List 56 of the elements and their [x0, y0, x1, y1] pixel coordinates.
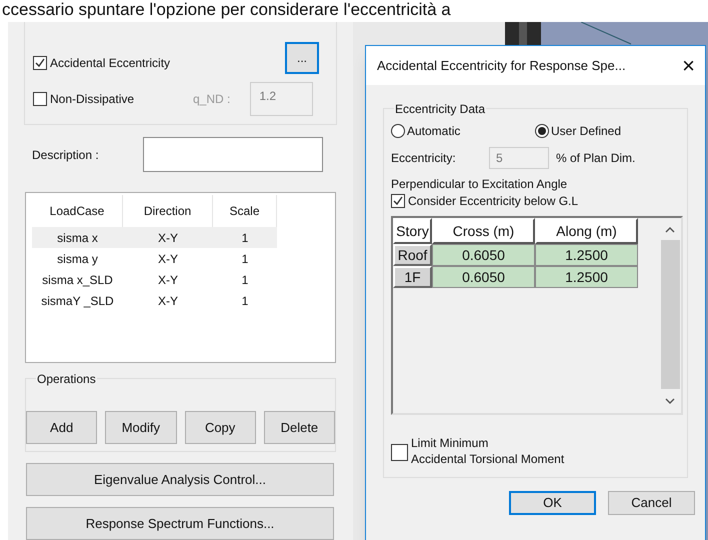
checkbox-label: Consider Eccentricity below G.L	[408, 193, 578, 210]
table-cell-text: X-Y	[156, 250, 179, 268]
description-field[interactable]	[143, 137, 323, 172]
grid-header: Cross (m)	[432, 218, 535, 244]
panel-button[interactable]: Response Spectrum Functions...	[26, 507, 334, 540]
more-button[interactable]: ...	[285, 42, 319, 74]
radio-button[interactable]	[535, 124, 549, 138]
description-label: Description :	[31, 146, 100, 164]
table-cell-text: 1	[240, 250, 250, 268]
checkbox[interactable]	[391, 444, 408, 461]
radio-button[interactable]	[391, 124, 405, 138]
dialog-button[interactable]: OK	[509, 491, 596, 515]
eccentricity-field[interactable]: 5	[489, 147, 549, 169]
table-cell-text: sismaY _SLD	[40, 292, 115, 310]
perpendicular-label: Perpendicular to Excitation Angle	[391, 176, 568, 192]
caption-text: ccessario spuntare l'opzione per considerare l'eccentricità a	[2, 0, 451, 20]
q-nd-label: q_ND :	[193, 91, 230, 108]
table-cell-text: 1	[240, 292, 250, 310]
radio-label: Automatic	[407, 123, 460, 140]
grid-header: Along (m)	[535, 218, 638, 244]
load-case-row[interactable]: sisma x X-Y 1	[32, 227, 277, 248]
checkbox-label: Limit Minimum Accidental Torsional Moment	[411, 435, 564, 467]
table-cell-text: X-Y	[156, 230, 179, 247]
operation-button[interactable]: Add	[26, 410, 98, 444]
checkbox-label: Non-Dissipative	[50, 91, 134, 108]
grid-cell[interactable]: 0.6050	[432, 266, 535, 288]
dialog-button[interactable]: Cancel	[608, 491, 695, 515]
scrollbar-thumb[interactable]	[660, 240, 680, 389]
radio-label: User Defined	[551, 123, 622, 140]
operation-button[interactable]: Copy	[184, 410, 256, 444]
checkbox[interactable]	[391, 194, 405, 208]
eccentricity-label: Eccentricity:	[391, 150, 457, 167]
grid-cell[interactable]: 1.2500	[535, 244, 638, 266]
table-cell-text: sisma y	[56, 250, 99, 268]
operation-button[interactable]: Delete	[264, 410, 335, 444]
dialog-title: Accidental Eccentricity for Response Spe...	[377, 56, 626, 75]
grid-header: Story	[393, 218, 432, 244]
scroll-up-icon[interactable]	[665, 226, 675, 234]
table-cell-text: sisma x_SLD	[41, 272, 114, 289]
operation-button[interactable]: Modify	[105, 410, 176, 444]
checkbox-label: Accidental Eccentricity	[50, 55, 170, 72]
table-cell-text: X-Y	[156, 272, 179, 289]
checkbox[interactable]	[33, 56, 47, 70]
grid-cell[interactable]: 0.6050	[432, 244, 535, 266]
table-cell-text: 1	[240, 272, 250, 289]
checkbox[interactable]	[33, 92, 47, 106]
row-header[interactable]: Roof	[393, 244, 432, 266]
table-cell-text: X-Y	[156, 292, 179, 310]
unit-label: % of Plan Dim.	[556, 150, 636, 167]
grid-cell[interactable]: 1.2500	[535, 266, 638, 288]
scroll-down-icon[interactable]	[665, 397, 675, 405]
close-button[interactable]: ×	[682, 54, 695, 76]
panel-button[interactable]: Eigenvalue Analysis Control...	[26, 463, 334, 496]
table-cell-text: sisma x	[56, 230, 99, 247]
row-header[interactable]: 1F	[393, 266, 432, 288]
table-cell-text: 1	[240, 230, 250, 247]
